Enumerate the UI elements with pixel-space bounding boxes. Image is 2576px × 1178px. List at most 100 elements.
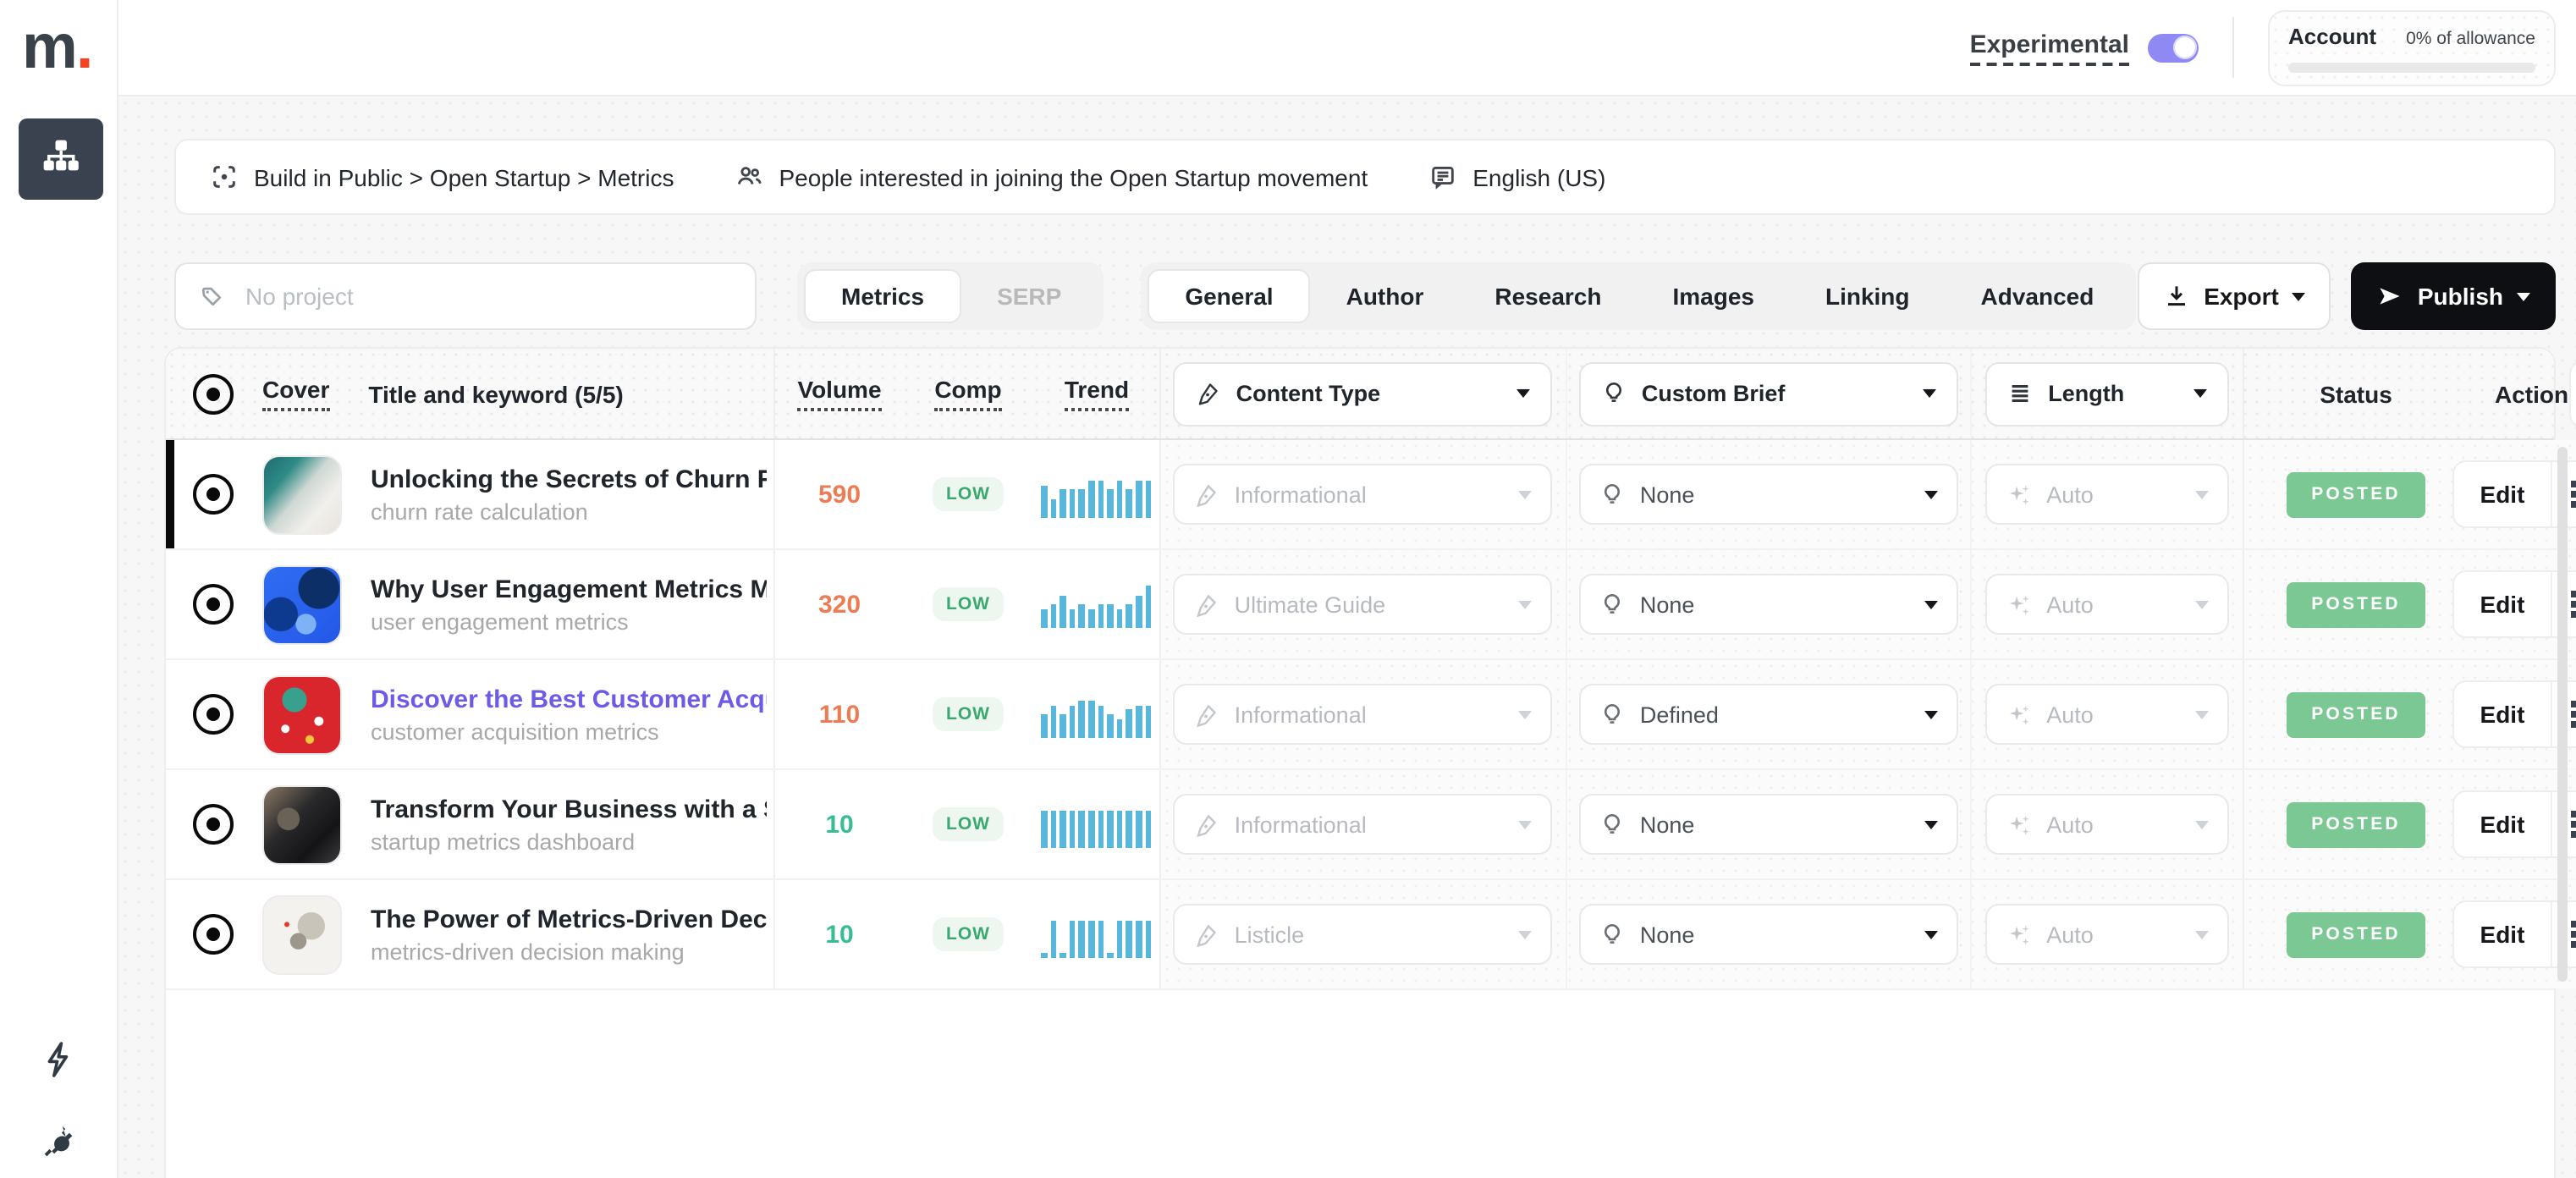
status-badge[interactable]: POSTED	[2287, 691, 2425, 737]
length-header-dropdown[interactable]: Length	[1985, 361, 2229, 426]
content-type-select[interactable]: Ultimate Guide	[1174, 574, 1553, 635]
kebab-icon	[2572, 932, 2576, 937]
custom-brief-select[interactable]: None	[1579, 574, 1958, 635]
sidebar-item-sitemap[interactable]	[19, 118, 103, 200]
length-select[interactable]: Auto	[1985, 904, 2229, 965]
content-type-select[interactable]: Listicle	[1174, 904, 1553, 965]
length-select[interactable]: Auto	[1985, 464, 2229, 525]
audience-chip[interactable]: People interested in joining the Open St…	[735, 162, 1368, 191]
logo-letter: m	[22, 12, 76, 81]
custom-brief-select[interactable]: None	[1579, 464, 1958, 525]
row-target-icon[interactable]	[193, 474, 234, 515]
chevron-down-icon	[2195, 710, 2209, 718]
brand-logo[interactable]: m.	[22, 10, 91, 85]
length-select[interactable]: Auto	[1985, 574, 2229, 635]
row-title-link[interactable]: The Power of Metrics-Driven Decisi	[371, 905, 767, 933]
edit-button[interactable]: Edit	[2454, 572, 2552, 636]
row-target-icon[interactable]	[193, 804, 234, 845]
chevron-down-icon	[1924, 710, 1938, 718]
allowance-progressbar	[2288, 62, 2535, 72]
tab-advanced[interactable]: Advanced	[1946, 269, 2130, 323]
project-select[interactable]	[174, 262, 757, 330]
row-keyword: user engagement metrics	[371, 608, 767, 634]
tab-general[interactable]: General	[1148, 269, 1310, 323]
custom-brief-select[interactable]: None	[1579, 904, 1958, 965]
content-type-select[interactable]: Informational	[1174, 464, 1553, 525]
tab-linking[interactable]: Linking	[1790, 269, 1946, 323]
content-type-select[interactable]: Informational	[1174, 684, 1553, 745]
row-target-icon[interactable]	[193, 914, 234, 955]
tab-author[interactable]: Author	[1311, 269, 1460, 323]
custom-brief-select[interactable]: Defined	[1579, 684, 1958, 745]
row-target-icon[interactable]	[193, 584, 234, 625]
content-type-value: Listicle	[1235, 922, 1305, 947]
content-type-header-label: Content Type	[1236, 381, 1381, 406]
edit-button[interactable]: Edit	[2454, 682, 2552, 746]
tab-research[interactable]: Research	[1459, 269, 1637, 323]
column-trend[interactable]: Trend	[1065, 376, 1129, 411]
content-type-header-dropdown[interactable]: Content Type	[1174, 361, 1553, 426]
volume-value: 10	[825, 920, 853, 949]
row-title-link[interactable]: Discover the Best Customer Acquis	[371, 685, 767, 713]
table-menu-button[interactable]	[2568, 360, 2576, 427]
experimental-toggle[interactable]	[2148, 33, 2199, 62]
lightbulb-icon	[1599, 812, 1625, 837]
lightbulb-icon	[1599, 592, 1625, 617]
column-cover[interactable]: Cover	[262, 376, 329, 411]
select-all-target-icon[interactable]	[193, 373, 234, 414]
length-value: Auto	[2046, 812, 2094, 837]
column-action: Action	[2495, 380, 2568, 407]
chevron-down-icon	[1923, 389, 1936, 398]
kebab-icon	[2572, 492, 2576, 497]
tab-serp[interactable]: SERP	[961, 269, 1097, 323]
status-badge[interactable]: POSTED	[2287, 471, 2425, 517]
column-comp[interactable]: Comp	[934, 376, 1001, 411]
length-select[interactable]: Auto	[1985, 794, 2229, 855]
integrations-plug-icon[interactable]	[39, 1120, 80, 1161]
status-badge[interactable]: POSTED	[2287, 581, 2425, 627]
length-select[interactable]: Auto	[1985, 684, 2229, 745]
cover-thumbnail[interactable]	[262, 674, 342, 754]
vertical-scrollbar[interactable]	[2557, 447, 2568, 982]
edit-button[interactable]: Edit	[2454, 902, 2552, 966]
cover-thumbnail[interactable]	[262, 784, 342, 864]
account-usage-card[interactable]: Account 0% of allowance	[2268, 9, 2556, 85]
cover-thumbnail[interactable]	[262, 895, 342, 974]
pen-nib-icon	[1194, 592, 1219, 617]
left-sidebar: m.	[0, 0, 118, 1178]
row-title-link[interactable]: Why User Engagement Metrics Mat	[371, 575, 767, 603]
pen-nib-icon	[1194, 922, 1219, 947]
row-title-link[interactable]: Unlocking the Secrets of Churn Rat	[371, 465, 767, 493]
publish-button[interactable]: Publish	[2352, 262, 2556, 330]
trend-sparkline	[1041, 691, 1153, 737]
row-title-link[interactable]: Transform Your Business with a Sm	[371, 795, 767, 823]
cover-thumbnail[interactable]	[262, 564, 342, 644]
breadcrumb[interactable]: Build in Public > Open Startup > Metrics	[210, 162, 674, 191]
row-target-icon[interactable]	[193, 694, 234, 735]
custom-brief-select[interactable]: None	[1579, 794, 1958, 855]
trend-sparkline	[1041, 801, 1153, 847]
language-chip[interactable]: English (US)	[1428, 162, 1605, 191]
sparkles-icon	[2006, 702, 2031, 727]
column-status: Status	[2285, 380, 2427, 407]
chevron-down-icon	[1924, 930, 1938, 939]
custom-brief-header-dropdown[interactable]: Custom Brief	[1579, 361, 1958, 426]
pen-nib-icon	[1194, 482, 1219, 507]
row-keyword: startup metrics dashboard	[371, 828, 767, 854]
export-button[interactable]: Export	[2138, 262, 2331, 330]
content-type-select[interactable]: Informational	[1174, 794, 1553, 855]
chevron-down-icon	[1924, 820, 1938, 828]
export-label: Export	[2204, 283, 2279, 310]
audience-text: People interested in joining the Open St…	[779, 163, 1368, 190]
status-badge[interactable]: POSTED	[2287, 801, 2425, 847]
edit-button[interactable]: Edit	[2454, 792, 2552, 856]
cover-thumbnail[interactable]	[262, 454, 342, 534]
status-badge[interactable]: POSTED	[2287, 911, 2425, 957]
edit-button[interactable]: Edit	[2454, 462, 2552, 526]
project-input[interactable]	[242, 281, 733, 311]
tab-images[interactable]: Images	[1637, 269, 1790, 323]
column-volume[interactable]: Volume	[797, 376, 881, 411]
chevron-down-icon	[1519, 820, 1533, 828]
quick-actions-bolt-icon[interactable]	[39, 1039, 80, 1080]
tab-metrics[interactable]: Metrics	[804, 269, 961, 323]
